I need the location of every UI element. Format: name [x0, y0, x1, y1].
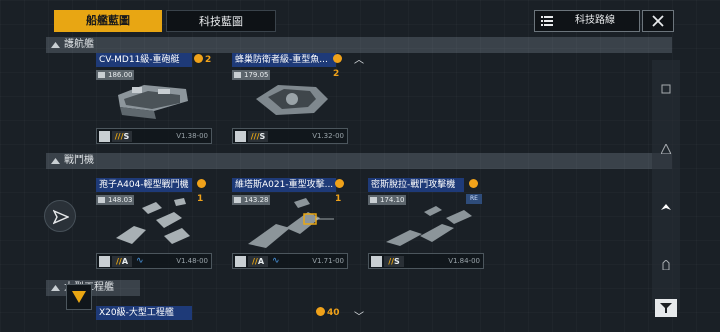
ship-image [256, 85, 328, 115]
card-footer: //A ∿ V1.48-00 [96, 253, 212, 269]
ship-card-x20[interactable]: X20級-大型工程艦 [96, 306, 212, 332]
ship-image [116, 198, 190, 244]
list-icon [541, 16, 553, 26]
wave-icon: ∿ [272, 256, 280, 266]
blueprint-count: 2 [333, 53, 348, 81]
card-title: CV-MD11級-重砲艇 [96, 53, 192, 67]
version-label: V1.71-00 [312, 257, 344, 265]
card-title: 密斯脫拉-戰鬥攻擊機 [368, 178, 464, 192]
blueprint-count: 1 [197, 178, 212, 206]
filter-button[interactable] [655, 299, 677, 317]
rank-icon [371, 256, 382, 267]
chevron-down-icon[interactable]: ﹀ [354, 308, 364, 323]
fighter-category-icon[interactable] [661, 204, 671, 214]
version-label: V1.48-00 [176, 257, 208, 265]
card-title: 孢子A404-輕型戰鬥機 [96, 178, 192, 192]
frigate-category-icon[interactable] [661, 84, 671, 94]
collapse-arrow-icon [51, 42, 60, 48]
tab-tech-blueprints[interactable]: 科技藍圖 [166, 10, 276, 32]
ship-card-mistra[interactable]: 密斯脫拉-戰鬥攻擊機 1 174.10 //S V1.84-00 [368, 178, 484, 270]
destroyer-category-icon[interactable] [661, 144, 671, 154]
section-large-engineering[interactable]: 大型工程艦 [46, 280, 140, 296]
card-footer: //A ∿ V1.71-00 [232, 253, 348, 269]
rank-badge: //S [384, 256, 404, 267]
card-footer: ///S V1.38-00 [96, 128, 212, 144]
rank-icon [235, 256, 246, 267]
collapse-arrow-icon [51, 285, 60, 291]
re-tag: RE [466, 194, 482, 204]
medal-icon [335, 179, 344, 188]
rank-badge: //A [112, 256, 132, 267]
rank-icon [99, 131, 110, 142]
medal-icon [316, 307, 325, 316]
medal-icon [194, 54, 203, 63]
rank-icon [235, 131, 246, 142]
ship-image [386, 206, 472, 246]
card-footer: //S V1.84-00 [368, 253, 484, 269]
navigate-button[interactable] [44, 200, 76, 232]
version-label: V1.84-00 [448, 257, 480, 265]
close-icon [652, 15, 664, 27]
rank-badge: //A [248, 256, 268, 267]
tab-ship-blueprints[interactable]: 船艦藍圖 [54, 10, 162, 32]
category-rail [652, 60, 680, 310]
ship-card-cv-md11[interactable]: CV-MD11級-重砲艇 2 186.00 ///S V1.38-00 [96, 53, 212, 145]
blueprint-count: 40 [316, 306, 340, 320]
blueprint-count: 2 [194, 53, 211, 67]
rank-badge: ///S [112, 131, 132, 142]
version-label: V1.38-00 [176, 132, 208, 140]
section-escort-label: 護航艦 [64, 39, 94, 50]
ship-card-vitas-a021[interactable]: 維塔斯A021-重型攻擊... 1 143.28 //A ∿ V1.71-00 [232, 178, 348, 270]
close-button[interactable] [642, 10, 674, 32]
card-title: X20級-大型工程艦 [96, 306, 192, 320]
medal-icon [469, 179, 478, 188]
filter-icon [660, 303, 672, 313]
ship-card-hive-defender[interactable]: 蜂巢防衛者級-重型魚... 2 179.05 ///S V1.32-00 [232, 53, 348, 145]
collapse-arrow-icon [51, 158, 60, 164]
tech-route-button[interactable]: 科技路線 [534, 10, 640, 32]
card-footer: ///S V1.32-00 [232, 128, 348, 144]
ship-image [118, 85, 188, 119]
ship-image [248, 198, 334, 248]
faction-badge [66, 284, 92, 310]
faction-icon [72, 291, 86, 303]
section-fighter-label: 戰鬥機 [64, 155, 94, 166]
rank-badge: ///S [248, 131, 268, 142]
tech-route-label: 科技路線 [575, 15, 615, 26]
section-fighter[interactable]: 戰鬥機 [46, 153, 672, 169]
medal-icon [197, 179, 206, 188]
cruiser-category-icon[interactable] [661, 260, 671, 270]
card-title: 維塔斯A021-重型攻擊... [232, 178, 336, 192]
paper-plane-icon [53, 209, 69, 225]
chevron-up-icon[interactable]: ︿ [354, 51, 364, 66]
ship-card-spore-a404[interactable]: 孢子A404-輕型戰鬥機 1 148.03 //A ∿ V1.48-00 [96, 178, 212, 270]
wave-icon: ∿ [136, 256, 144, 266]
rank-icon [99, 256, 110, 267]
top-bar: 船艦藍圖 科技藍圖 科技路線 [0, 0, 720, 36]
version-label: V1.32-00 [312, 132, 344, 140]
card-title: 蜂巢防衛者級-重型魚... [232, 53, 336, 67]
medal-icon [333, 54, 342, 63]
